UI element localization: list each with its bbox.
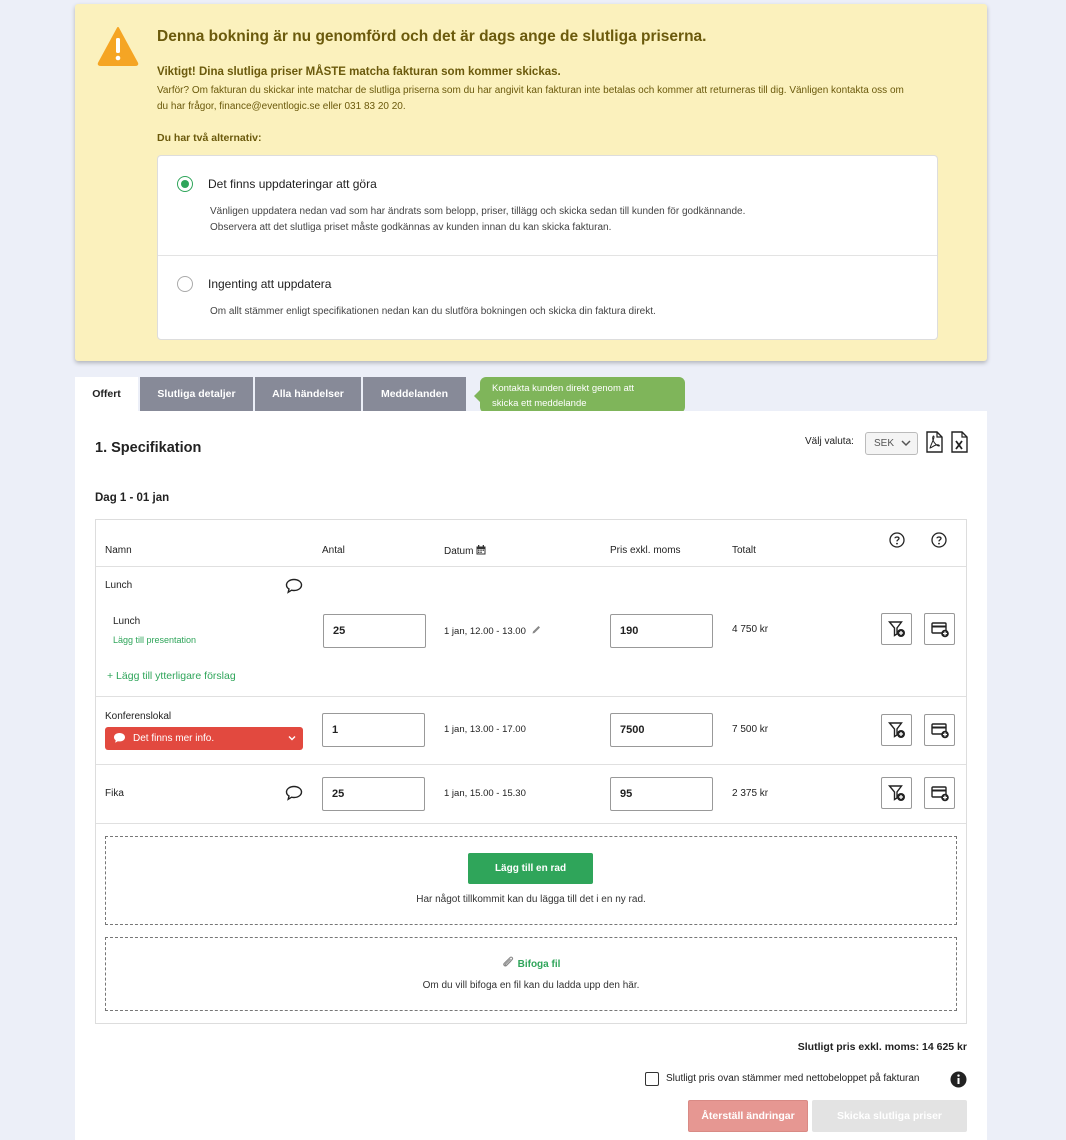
send-final-prices-button[interactable]: Skicka slutliga priser [812, 1100, 967, 1132]
option-updates-desc-line2: Observera att det slutliga priset måste … [210, 222, 612, 233]
add-row-box: Lägg till en rad Har något tillkommit ka… [105, 836, 957, 925]
add-presentation-link[interactable]: Lägg till presentation [113, 635, 196, 645]
header-date-label: Datum [444, 546, 474, 557]
alternatives-label: Du har två alternativ: [157, 132, 262, 144]
tooltip-line1: Kontakta kunden direkt genom att [492, 383, 635, 394]
header-name: Namn [105, 545, 132, 556]
option-nothing[interactable]: Ingenting att uppdatera Om allt stämmer … [158, 256, 937, 340]
comment-icon[interactable] [285, 578, 303, 594]
help-icon[interactable] [889, 532, 905, 548]
fika-price-input[interactable]: 95 [610, 777, 713, 811]
radio-nothing[interactable] [177, 276, 193, 292]
lunch-item-name: Lunch [113, 616, 141, 627]
fika-total: 2 375 kr [732, 788, 769, 799]
more-info-label: Det finns mer info. [133, 733, 215, 744]
comment-icon[interactable] [285, 785, 303, 801]
banner-text: Varför? Om fakturan du skickar inte matc… [157, 85, 904, 112]
paperclip-icon [502, 956, 513, 967]
filter-add-icon [887, 621, 905, 637]
chevron-down-icon [901, 440, 911, 447]
currency-value: SEK [874, 438, 895, 449]
header-total: Totalt [732, 545, 756, 556]
filter-add-icon [887, 722, 905, 738]
option-updates[interactable]: Det finns uppdateringar att göra Vänlige… [158, 156, 937, 256]
option-nothing-desc: Om allt stämmer enligt specifikationen n… [210, 306, 656, 317]
option-nothing-label: Ingenting att uppdatera [208, 277, 332, 291]
option-updates-desc: Vänligen uppdatera nedan vad som har änd… [210, 204, 745, 236]
lunch-date-text: 1 jan, 12.00 - 13.00 [444, 626, 526, 637]
banner-title: Denna bokning är nu genomförd och det är… [157, 28, 707, 45]
currency-select[interactable]: SEK [865, 432, 918, 455]
lunch-date: 1 jan, 12.00 - 13.00 [444, 624, 542, 637]
day-title: Dag 1 - 01 jan [95, 492, 170, 504]
tab-alla-handelser[interactable]: Alla händelser [255, 377, 361, 411]
options-box: Det finns uppdateringar att göra Vänlige… [157, 155, 938, 340]
attach-file-label: Bifoga fil [517, 959, 561, 970]
tab-offert[interactable]: Offert [75, 377, 138, 411]
filter-add-icon [887, 785, 905, 801]
final-price-banner: Denna bokning är nu genomförd och det är… [75, 4, 987, 361]
header-qty: Antal [322, 545, 345, 556]
konferens-total: 7 500 kr [732, 724, 769, 735]
warning-icon [97, 27, 139, 66]
attach-file-box: Bifoga fil Om du vill bifoga en fil kan … [105, 937, 957, 1011]
card-add-icon [930, 723, 949, 739]
payment-add-button[interactable] [924, 714, 955, 746]
konferens-date: 1 jan, 13.00 - 17.00 [444, 724, 526, 735]
fika-name: Fika [105, 788, 124, 799]
final-price-total: Slutligt pris exkl. moms: 14 625 kr [797, 1041, 967, 1053]
header-date: Datum [444, 545, 486, 557]
add-row-text: Har något tillkommit kan du lägga till d… [416, 894, 646, 905]
card-add-icon [930, 786, 949, 802]
confirm-checkbox[interactable] [645, 1072, 659, 1086]
tab-slutliga-detaljer[interactable]: Slutliga detaljer [140, 377, 253, 411]
konferens-name: Konferenslokal [105, 711, 172, 722]
spec-table: Namn Antal Datum Pris exkl. moms Totalt … [95, 519, 967, 1024]
pencil-icon[interactable] [531, 624, 542, 635]
pdf-export-icon[interactable] [925, 431, 943, 453]
divider [96, 823, 966, 824]
comment-icon [114, 733, 125, 743]
tab-meddelanden[interactable]: Meddelanden [363, 377, 466, 411]
calendar-icon [476, 545, 486, 555]
lunch-total: 4 750 kr [732, 624, 769, 635]
more-info-dropdown[interactable]: Det finns mer info. [105, 727, 303, 750]
add-row-button[interactable]: Lägg till en rad [468, 853, 593, 884]
add-more-suggestions-link[interactable]: + Lägg till ytterligare förslag [107, 670, 236, 682]
reset-changes-button[interactable]: Återställ ändringar [688, 1100, 808, 1132]
card-add-icon [930, 622, 949, 638]
help-icon[interactable] [931, 532, 947, 548]
header-price: Pris exkl. moms [610, 545, 681, 556]
divider [96, 764, 966, 765]
spec-title: 1. Specifikation [95, 440, 202, 456]
confirm-label: Slutligt pris ovan stämmer med nettobelo… [666, 1073, 920, 1084]
filter-add-button[interactable] [881, 613, 912, 645]
konferens-qty-input[interactable]: 1 [322, 713, 425, 747]
payment-add-button[interactable] [924, 613, 955, 645]
fika-qty-input[interactable]: 25 [322, 777, 425, 811]
payment-add-button[interactable] [924, 777, 955, 809]
row-group-lunch: Lunch [105, 580, 133, 591]
tooltip-line2: skicka ett meddelande [492, 398, 587, 409]
messages-tooltip: Kontakta kunden direkt genom att skicka … [474, 377, 685, 413]
radio-updates[interactable] [177, 176, 193, 192]
filter-add-button[interactable] [881, 714, 912, 746]
konferens-price-input[interactable]: 7500 [610, 713, 713, 747]
attach-file-text: Om du vill bifoga en fil kan du ladda up… [422, 980, 640, 991]
option-updates-label: Det finns uppdateringar att göra [208, 177, 377, 191]
option-updates-desc-line1: Vänligen uppdatera nedan vad som har änd… [210, 206, 746, 217]
fika-date: 1 jan, 15.00 - 15.30 [444, 788, 526, 799]
banner-subtitle: Viktigt! Dina slutliga priser MÅSTE matc… [157, 66, 561, 78]
info-icon[interactable] [950, 1071, 967, 1088]
filter-add-button[interactable] [881, 777, 912, 809]
lunch-qty-input[interactable]: 25 [323, 614, 426, 648]
attach-file-link[interactable]: Bifoga fil [106, 956, 956, 970]
currency-label: Välj valuta: [805, 436, 854, 447]
divider [96, 566, 966, 567]
offer-panel: 1. Specifikation Välj valuta: SEK Dag 1 … [75, 411, 987, 1140]
chevron-down-icon [288, 736, 296, 741]
divider [96, 696, 966, 697]
lunch-price-input[interactable]: 190 [610, 614, 713, 648]
excel-export-icon[interactable] [950, 431, 968, 453]
